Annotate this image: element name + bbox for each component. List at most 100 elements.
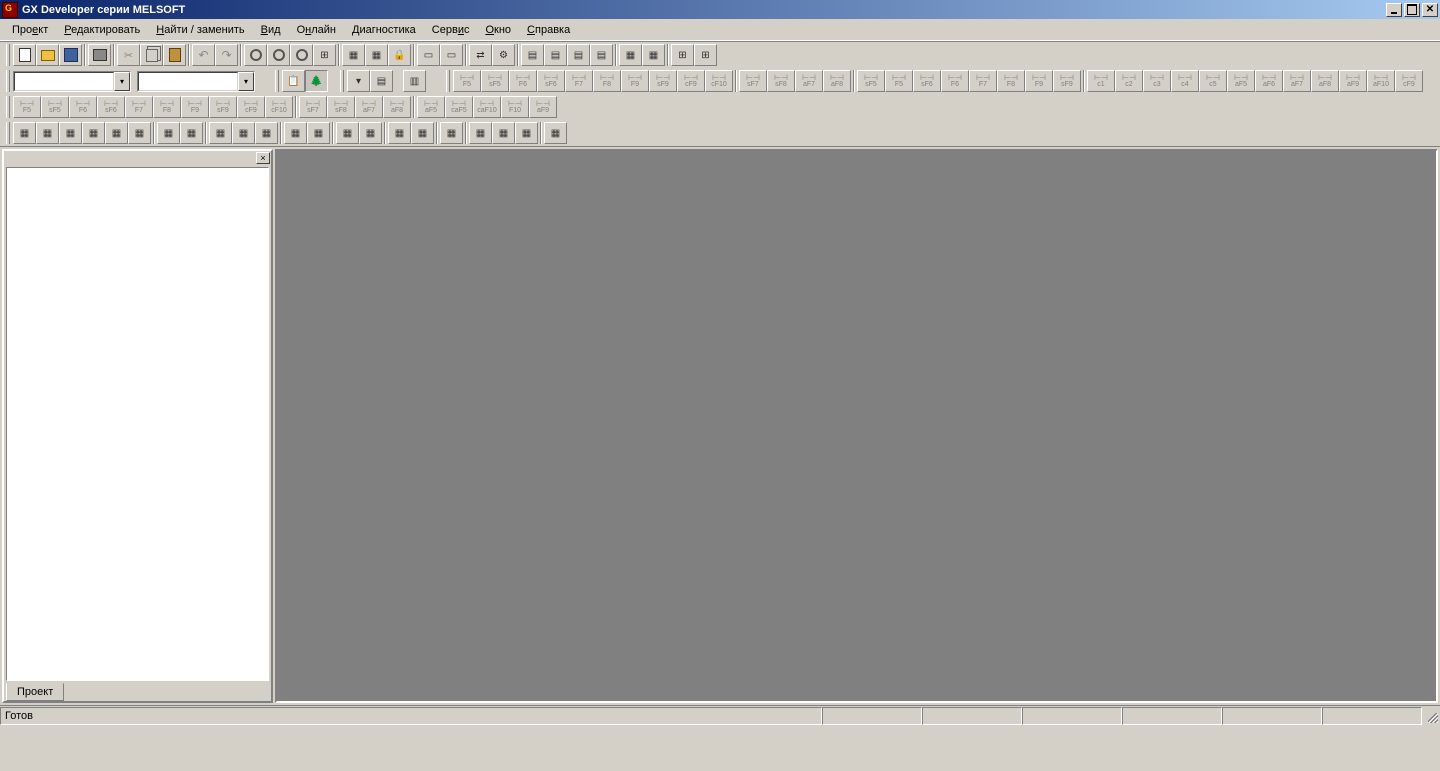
print-button[interactable] — [88, 44, 111, 66]
ladder-aF7-button[interactable]: ⊢⊣aF7 — [795, 70, 823, 92]
tool-c-button[interactable]: 🔒 — [388, 44, 411, 66]
resize-grip-icon[interactable] — [1422, 707, 1440, 725]
toolbar-grip[interactable] — [6, 96, 10, 118]
paste-button[interactable] — [163, 44, 186, 66]
ladder-sF9-button[interactable]: ⊢⊣sF9 — [209, 96, 237, 118]
monitor-b-button[interactable]: ▭ — [440, 44, 463, 66]
copy-button[interactable] — [140, 44, 163, 66]
ladder-c1-button[interactable]: ⊢⊣c1 — [1087, 70, 1115, 92]
ladder-F10-button[interactable]: ⊢⊣F10 — [501, 96, 529, 118]
sfc-button[interactable]: ▦ — [180, 122, 203, 144]
menu-window[interactable]: Окно — [477, 22, 519, 38]
ladder-aF8-button[interactable]: ⊢⊣aF8 — [1311, 70, 1339, 92]
ladder-F5-button[interactable]: ⊢⊣F5 — [13, 96, 41, 118]
sfc-button[interactable]: ▦ — [515, 122, 538, 144]
ladder-c2-button[interactable]: ⊢⊣c2 — [1115, 70, 1143, 92]
find-button[interactable] — [244, 44, 267, 66]
dropdown-icon[interactable] — [114, 72, 130, 91]
network-b-button[interactable]: ▤ — [370, 70, 393, 92]
device-combo[interactable] — [137, 71, 255, 92]
menu-project[interactable]: Проект — [4, 22, 56, 38]
dropdown-icon[interactable] — [238, 72, 254, 91]
ladder-F7-button[interactable]: ⊢⊣F7 — [125, 96, 153, 118]
cut-button[interactable] — [117, 44, 140, 66]
find-next-button[interactable] — [267, 44, 290, 66]
win-b-button[interactable]: ▦ — [642, 44, 665, 66]
convert-button[interactable]: ⇄ — [469, 44, 492, 66]
toolbar-grip[interactable] — [275, 70, 279, 92]
sfc-button[interactable]: ▦ — [105, 122, 128, 144]
ladder-sF6-button[interactable]: ⊢⊣sF6 — [537, 70, 565, 92]
win-c-button[interactable]: ⊞ — [671, 44, 694, 66]
program-combo[interactable] — [13, 71, 131, 92]
ladder-F9-button[interactable]: ⊢⊣F9 — [1025, 70, 1053, 92]
sfc-button[interactable]: ▦ — [59, 122, 82, 144]
ladder-c3-button[interactable]: ⊢⊣c3 — [1143, 70, 1171, 92]
ladder-aF9-button[interactable]: ⊢⊣aF9 — [1339, 70, 1367, 92]
toolbar-grip[interactable] — [6, 122, 10, 144]
ladder-F8-button[interactable]: ⊢⊣F8 — [593, 70, 621, 92]
find-device-button[interactable] — [290, 44, 313, 66]
sidebar-close-button[interactable]: × — [256, 152, 270, 164]
ladder-caF5-button[interactable]: ⊢⊣caF5 — [445, 96, 473, 118]
sfc-button[interactable]: ▦ — [36, 122, 59, 144]
ladder-aF8-button[interactable]: ⊢⊣aF8 — [383, 96, 411, 118]
zoom-d-button[interactable]: ▤ — [590, 44, 613, 66]
tool-a-button[interactable]: ▦ — [342, 44, 365, 66]
sfc-button[interactable]: ▦ — [307, 122, 330, 144]
ladder-F9-button[interactable]: ⊢⊣F9 — [181, 96, 209, 118]
new-button[interactable] — [13, 44, 36, 66]
sfc-button[interactable]: ▦ — [209, 122, 232, 144]
ladder-sF7-button[interactable]: ⊢⊣sF7 — [299, 96, 327, 118]
cross-ref-button[interactable]: ⊞ — [313, 44, 336, 66]
menu-find[interactable]: Найти / заменить — [148, 22, 252, 38]
open-button[interactable] — [36, 44, 59, 66]
ladder-cF9-button[interactable]: ⊢⊣cF9 — [677, 70, 705, 92]
ladder-sF8-button[interactable]: ⊢⊣sF8 — [327, 96, 355, 118]
sfc-button[interactable]: ▦ — [388, 122, 411, 144]
ladder-aF5-button[interactable]: ⊢⊣aF5 — [1227, 70, 1255, 92]
monitor-a-button[interactable]: ▭ — [417, 44, 440, 66]
ladder-aF7-button[interactable]: ⊢⊣aF7 — [1283, 70, 1311, 92]
zoom-a-button[interactable]: ▤ — [521, 44, 544, 66]
tool-b-button[interactable]: ▦ — [365, 44, 388, 66]
minimize-button[interactable] — [1386, 3, 1402, 17]
network-c-button[interactable]: ▥ — [403, 70, 426, 92]
sfc-button[interactable]: ▦ — [492, 122, 515, 144]
sfc-button[interactable]: ▦ — [284, 122, 307, 144]
ladder-c5-button[interactable]: ⊢⊣c5 — [1199, 70, 1227, 92]
ladder-F6-button[interactable]: ⊢⊣F6 — [941, 70, 969, 92]
close-button[interactable] — [1422, 3, 1438, 17]
sfc-button[interactable]: ▦ — [157, 122, 180, 144]
menu-online[interactable]: Онлайн — [289, 22, 344, 38]
sfc-button[interactable]: ▦ — [13, 122, 36, 144]
ladder-aF7-button[interactable]: ⊢⊣aF7 — [355, 96, 383, 118]
ladder-F7-button[interactable]: ⊢⊣F7 — [565, 70, 593, 92]
menu-help[interactable]: Справка — [519, 22, 578, 38]
ladder-c4-button[interactable]: ⊢⊣c4 — [1171, 70, 1199, 92]
win-a-button[interactable]: ▦ — [619, 44, 642, 66]
sfc-button[interactable]: ▦ — [544, 122, 567, 144]
sfc-button[interactable]: ▦ — [255, 122, 278, 144]
menu-edit[interactable]: Редактировать — [56, 22, 148, 38]
ladder-sF9-button[interactable]: ⊢⊣sF9 — [1053, 70, 1081, 92]
redo-button[interactable] — [215, 44, 238, 66]
ladder-sF8-button[interactable]: ⊢⊣sF8 — [767, 70, 795, 92]
ladder-sF7-button[interactable]: ⊢⊣sF7 — [739, 70, 767, 92]
toolbar-grip[interactable] — [6, 70, 10, 92]
ladder-sF5-button[interactable]: ⊢⊣sF5 — [41, 96, 69, 118]
zoom-c-button[interactable]: ▤ — [567, 44, 590, 66]
sfc-button[interactable]: ▦ — [128, 122, 151, 144]
save-button[interactable] — [59, 44, 82, 66]
toolbar-grip[interactable] — [446, 70, 450, 92]
sfc-button[interactable]: ▦ — [411, 122, 434, 144]
ladder-F9-button[interactable]: ⊢⊣F9 — [621, 70, 649, 92]
ladder-F5-button[interactable]: ⊢⊣F5 — [453, 70, 481, 92]
ladder-F8-button[interactable]: ⊢⊣F8 — [997, 70, 1025, 92]
ladder-cF9-button[interactable]: ⊢⊣cF9 — [1395, 70, 1423, 92]
sfc-button[interactable]: ▦ — [232, 122, 255, 144]
zoom-b-button[interactable]: ▤ — [544, 44, 567, 66]
ladder-F5-button[interactable]: ⊢⊣F5 — [885, 70, 913, 92]
ladder-aF8-button[interactable]: ⊢⊣aF8 — [823, 70, 851, 92]
sfc-button[interactable]: ▦ — [469, 122, 492, 144]
